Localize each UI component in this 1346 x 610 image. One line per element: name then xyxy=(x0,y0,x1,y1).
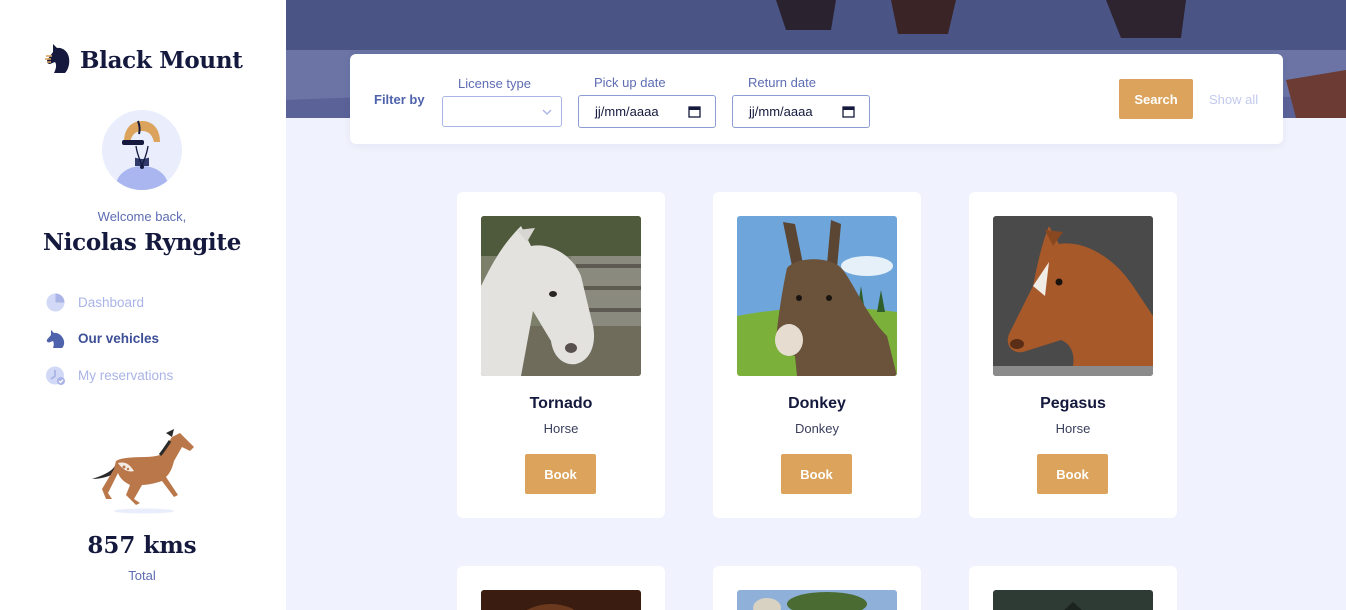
total-distance-label: Total xyxy=(128,568,156,583)
chevron-down-icon xyxy=(541,105,553,123)
filter-bar: Filter by License type Pick up date jj/m… xyxy=(350,54,1283,144)
book-button[interactable]: Book xyxy=(781,454,852,494)
book-button[interactable]: Book xyxy=(1037,454,1108,494)
vehicle-photo xyxy=(481,216,641,376)
nav-item-label: My reservations xyxy=(78,368,174,383)
nav-item-my-reservations[interactable]: My reservations xyxy=(45,365,173,386)
user-name: Nicolas Ryngite xyxy=(42,229,242,256)
nav-item-our-vehicles[interactable]: Our vehicles xyxy=(45,328,159,349)
nav-item-label: Our vehicles xyxy=(78,331,160,346)
brand-name: Black Mount xyxy=(80,47,243,74)
pickup-date-label: Pick up date xyxy=(594,75,666,90)
vehicle-type: Horse xyxy=(543,421,579,436)
galloping-horse-illustration xyxy=(86,425,198,520)
vehicle-card xyxy=(457,566,665,610)
calendar-icon[interactable] xyxy=(688,105,701,121)
show-all-link[interactable]: Show all xyxy=(1209,92,1258,107)
vehicle-card xyxy=(969,566,1177,610)
pickup-date-input[interactable]: jj/mm/aaaa xyxy=(578,95,716,128)
nav-item-dashboard[interactable]: Dashboard xyxy=(45,292,144,313)
pickup-date-value: jj/mm/aaaa xyxy=(595,104,659,119)
vehicle-type: Horse xyxy=(1055,421,1091,436)
calendar-icon[interactable] xyxy=(842,105,855,121)
brand[interactable]: Black Mount xyxy=(44,42,243,79)
vehicle-photo xyxy=(737,216,897,376)
search-button[interactable]: Search xyxy=(1119,79,1193,119)
vehicle-photo xyxy=(737,590,897,610)
total-distance-value: 857 kms xyxy=(87,532,197,559)
vehicle-card-tornado: Tornado Horse Book xyxy=(457,192,665,518)
filter-by-label: Filter by xyxy=(374,92,425,107)
return-date-value: jj/mm/aaaa xyxy=(749,104,813,119)
return-date-label: Return date xyxy=(748,75,816,90)
pie-chart-icon xyxy=(45,292,66,313)
nav-item-label: Dashboard xyxy=(78,295,145,310)
vehicle-card-pegasus: Pegasus Horse Book xyxy=(969,192,1177,518)
vehicle-photo xyxy=(993,216,1153,376)
welcome-text: Welcome back, xyxy=(97,209,187,224)
clock-check-icon xyxy=(45,365,66,386)
vehicle-card-donkey: Donkey Donkey Book xyxy=(713,192,921,518)
avatar[interactable] xyxy=(102,110,182,190)
vehicle-type: Donkey xyxy=(794,421,840,436)
vehicle-name: Donkey xyxy=(788,395,846,412)
book-button[interactable]: Book xyxy=(525,454,596,494)
return-date-input[interactable]: jj/mm/aaaa xyxy=(732,95,870,128)
license-type-select[interactable] xyxy=(442,96,562,127)
vehicle-photo xyxy=(481,590,641,610)
horse-logo-icon xyxy=(44,42,74,79)
vehicle-name: Pegasus xyxy=(1040,395,1106,412)
horse-head-icon xyxy=(45,328,66,349)
sidebar: Black Mount Welcome back, Nicolas Ryngit… xyxy=(0,0,286,610)
vehicle-card xyxy=(713,566,921,610)
vehicle-name: Tornado xyxy=(529,395,593,412)
vehicle-photo xyxy=(993,590,1153,610)
license-type-label: License type xyxy=(458,76,531,91)
